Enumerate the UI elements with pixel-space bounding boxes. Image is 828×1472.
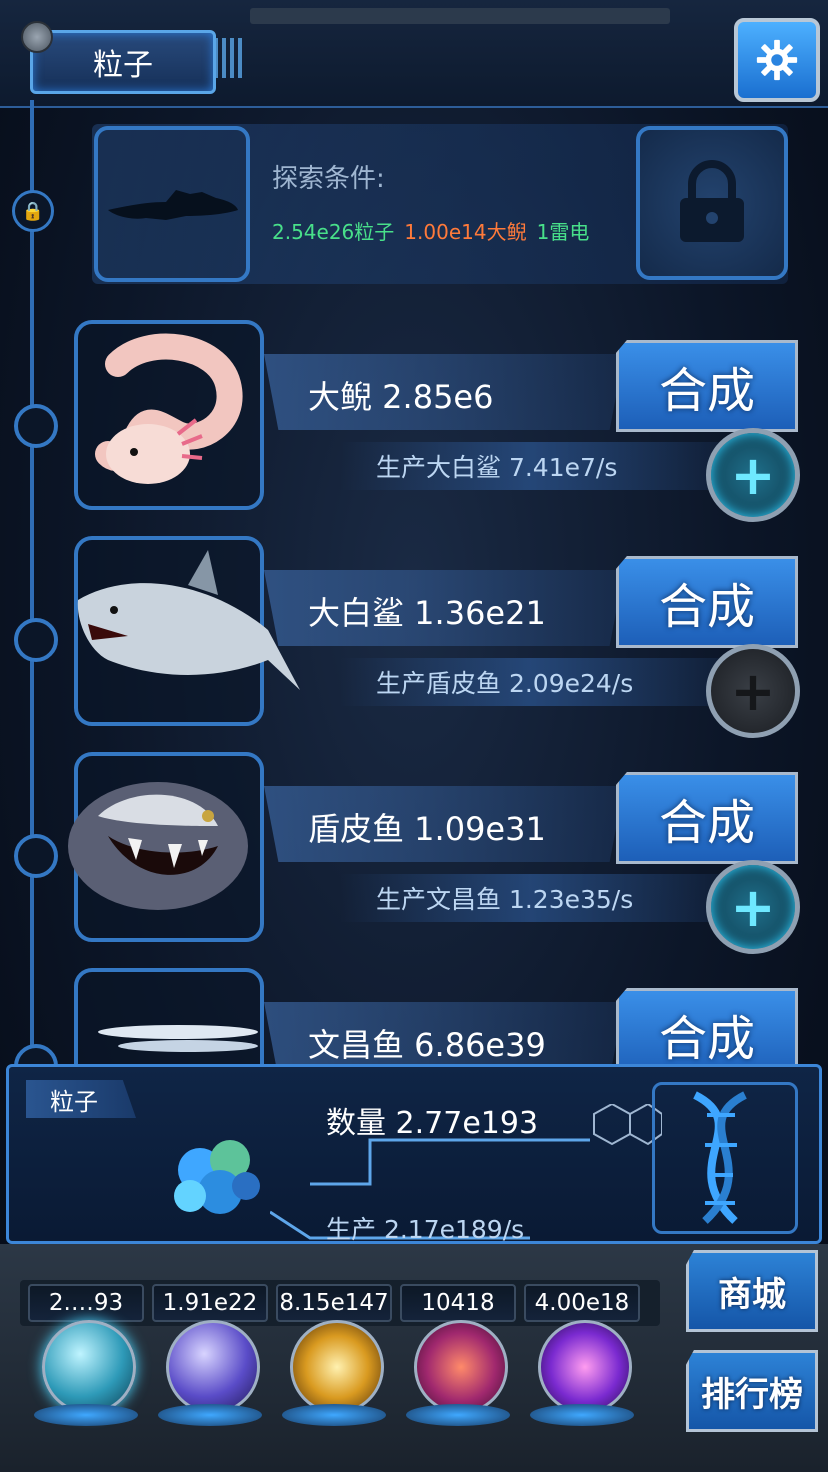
particle-tab: 粒子 bbox=[26, 1080, 136, 1118]
creature-row-dunkleosteus: 盾皮鱼 1.09e31 合成 生产文昌鱼 1.23e35/s + bbox=[0, 752, 828, 962]
creature-portrait bbox=[68, 752, 264, 942]
tab-brain[interactable] bbox=[400, 1320, 516, 1432]
upgrade-plus-button[interactable]: + bbox=[706, 644, 800, 738]
creature-name-count: 大白鲨 1.36e21 bbox=[308, 594, 546, 632]
leaderboard-button[interactable]: 排行榜 bbox=[686, 1350, 818, 1432]
particle-cluster-icon bbox=[174, 1140, 260, 1214]
explore-lock-button[interactable] bbox=[636, 126, 788, 280]
creature-portrait bbox=[74, 536, 300, 726]
particle-orb-icon bbox=[42, 1320, 136, 1414]
resource-particles: 2.…93 bbox=[28, 1284, 144, 1322]
page-title-text: 粒子 bbox=[93, 48, 153, 83]
explore-condition-label: 探索条件: bbox=[272, 164, 385, 194]
orb-base bbox=[34, 1404, 138, 1426]
combine-button[interactable]: 合成 bbox=[616, 556, 798, 648]
plus-icon: + bbox=[730, 659, 776, 723]
dunkleosteus-image bbox=[68, 782, 248, 910]
shop-button[interactable]: 商城 bbox=[686, 1250, 818, 1332]
settings-button[interactable] bbox=[734, 18, 820, 102]
galaxy-orb-icon bbox=[290, 1320, 384, 1414]
tab-thunder[interactable] bbox=[152, 1320, 268, 1432]
creature-name-count: 大鲵 2.85e6 bbox=[308, 378, 494, 416]
requirement-thunder: 1雷电 bbox=[536, 220, 590, 244]
screw-icon bbox=[21, 21, 53, 53]
production-rate: 生产盾皮鱼 2.09e24/s bbox=[376, 669, 634, 698]
gear-icon bbox=[756, 39, 798, 81]
resource-brain: 10418 bbox=[400, 1284, 516, 1322]
combine-button[interactable]: 合成 bbox=[616, 772, 798, 864]
resource-vortex: 4.00e18 bbox=[524, 1284, 640, 1322]
production-rate: 生产大白鲨 7.41e7/s bbox=[376, 453, 618, 482]
plus-icon: + bbox=[730, 443, 776, 507]
lightning-orb-icon bbox=[166, 1320, 260, 1414]
requirement-axolotl: 1.00e14大鲵 bbox=[404, 220, 527, 244]
dna-icon bbox=[693, 1091, 747, 1224]
creature-name-count: 文昌鱼 6.86e39 bbox=[308, 1026, 546, 1064]
lock-icon bbox=[680, 160, 744, 242]
production-rate: 生产文昌鱼 1.23e35/s bbox=[376, 885, 634, 914]
molecule-icon bbox=[593, 1104, 662, 1146]
creature-portrait bbox=[74, 968, 264, 1064]
orb-base bbox=[282, 1404, 386, 1426]
top-frame-decoration bbox=[250, 8, 670, 24]
tab-star[interactable] bbox=[276, 1320, 392, 1432]
orb-base bbox=[530, 1404, 634, 1426]
creature-name-count: 盾皮鱼 1.09e31 bbox=[308, 810, 546, 848]
title-decoration bbox=[214, 38, 244, 78]
creature-row-lancelet: 文昌鱼 6.86e39 合成 bbox=[0, 968, 828, 1064]
orb-base bbox=[158, 1404, 262, 1426]
dna-frame bbox=[652, 1082, 798, 1234]
requirement-particles: 2.54e26粒子 bbox=[272, 220, 395, 244]
particle-count: 数量 2.77e193 bbox=[326, 1106, 539, 1141]
resource-star: 8.15e147 bbox=[276, 1284, 392, 1322]
explore-requirements: 2.54e26粒子 1.00e14大鲵 1雷电 bbox=[272, 216, 589, 245]
combine-button[interactable]: 合成 bbox=[616, 988, 798, 1064]
creature-row-axolotl: 大鲵 2.85e6 合成 生产大白鲨 7.41e7/s + bbox=[0, 320, 828, 530]
plus-icon: + bbox=[730, 875, 776, 939]
upgrade-plus-button[interactable]: + bbox=[706, 860, 800, 954]
axolotl-image bbox=[95, 333, 243, 484]
crocodile-silhouette-icon bbox=[108, 190, 238, 220]
rail-lock-icon: 🔒 bbox=[12, 190, 54, 232]
particle-production: 生产 2.17e189/s bbox=[326, 1215, 525, 1244]
combine-button[interactable]: 合成 bbox=[616, 340, 798, 432]
page-title: 粒子 bbox=[21, 21, 216, 94]
tab-particles[interactable] bbox=[28, 1320, 144, 1432]
resource-thunder: 1.91e22 bbox=[152, 1284, 268, 1322]
upgrade-plus-button[interactable]: + bbox=[706, 428, 800, 522]
shark-image bbox=[77, 550, 300, 690]
creature-row-shark: 大白鲨 1.36e21 合成 生产盾皮鱼 2.09e24/s + bbox=[0, 536, 828, 746]
tab-vortex[interactable] bbox=[524, 1320, 640, 1432]
orb-base bbox=[406, 1404, 510, 1426]
vortex-orb-icon bbox=[538, 1320, 632, 1414]
brain-orb-icon bbox=[414, 1320, 508, 1414]
lancelet-image bbox=[98, 1025, 258, 1052]
creature-portrait bbox=[74, 320, 264, 510]
